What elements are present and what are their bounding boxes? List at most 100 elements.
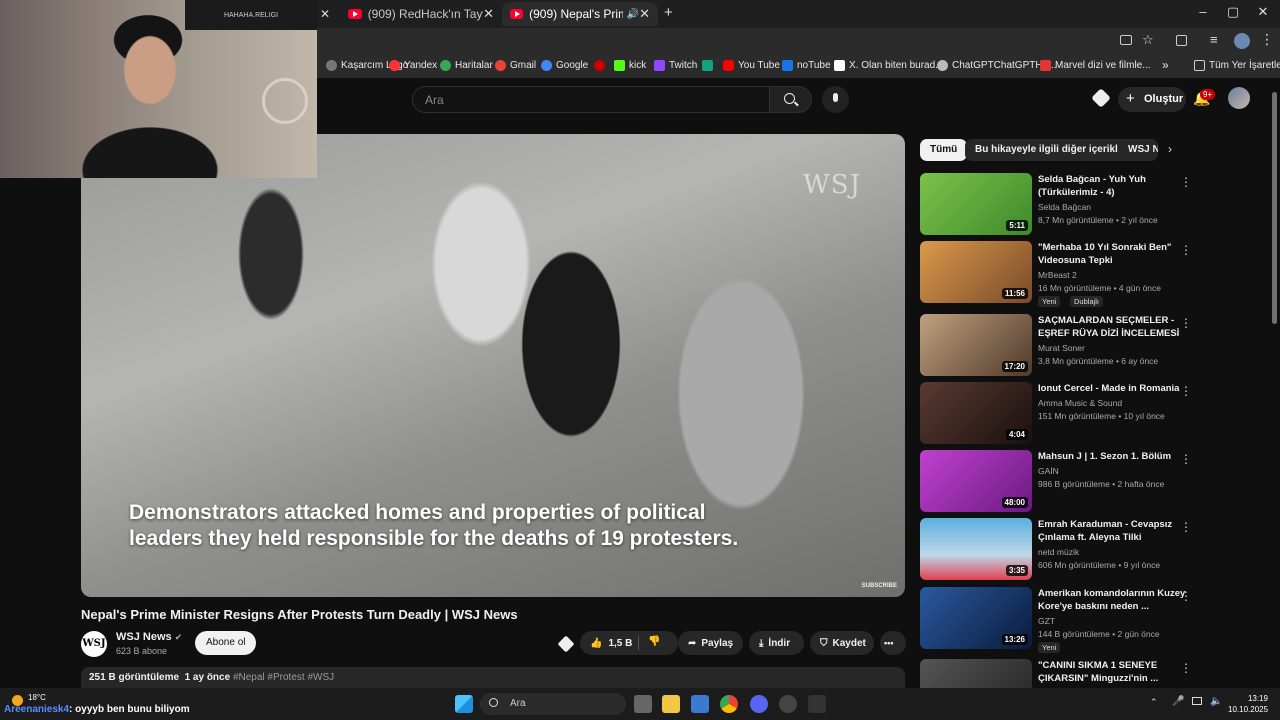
recommendation-title[interactable]: "Merhaba 10 Yıl Sonraki Ben" Videosuna T… xyxy=(1038,241,1188,267)
reading-list-icon[interactable]: ≡ xyxy=(1210,32,1218,47)
more-options-icon[interactable]: ⋮ xyxy=(1180,175,1192,189)
video-thumbnail[interactable]: 48:00 xyxy=(920,450,1032,512)
app-icon[interactable] xyxy=(808,695,826,713)
recommendation-title[interactable]: Amerikan komandolarının Kuzey Kore'ye ba… xyxy=(1038,587,1188,613)
chevron-right-icon[interactable]: › xyxy=(1168,142,1172,156)
maximize-button[interactable]: ▢ xyxy=(1218,4,1248,20)
system-clock[interactable]: 13:19 10.10.2025 xyxy=(1228,693,1268,715)
recommendation-channel[interactable]: Amma Music & Sound xyxy=(1038,398,1122,408)
recommendation-channel[interactable]: netd müzik xyxy=(1038,547,1079,557)
more-options-icon[interactable]: ⋮ xyxy=(1180,384,1192,398)
tab-redhack[interactable]: (909) RedHack'ın Tayyip İçin Ya... ✕ xyxy=(340,2,502,26)
recommendation-title[interactable]: Selda Bağcan - Yuh Yuh (Türkülerimiz - 4… xyxy=(1038,173,1188,199)
discord-icon[interactable] xyxy=(750,695,768,713)
chrome-icon[interactable] xyxy=(720,695,738,713)
share-button[interactable]: ➦ Paylaş xyxy=(678,631,743,655)
close-tab-icon[interactable]: ✕ xyxy=(320,7,330,21)
tab-nepal[interactable]: (909) Nepal's Prime Ministe... 🔊 ✕ xyxy=(502,2,658,26)
store-icon[interactable] xyxy=(691,695,709,713)
scrollbar-thumb[interactable] xyxy=(1272,92,1277,324)
bookmark-item[interactable] xyxy=(702,60,717,71)
extensions-icon[interactable] xyxy=(1176,35,1187,46)
video-thumbnail[interactable]: 3:35 xyxy=(920,518,1032,580)
hashtags[interactable]: #Nepal #Protest #WSJ xyxy=(233,672,334,683)
save-button[interactable]: ⛉ Kaydet xyxy=(810,631,874,655)
recommendation-channel[interactable]: MrBeast 2 xyxy=(1038,270,1077,280)
task-view-icon[interactable] xyxy=(634,695,652,713)
description-box[interactable]: 251 B görüntüleme 1 ay önce #Nepal #Prot… xyxy=(81,667,905,689)
bookmark-item[interactable]: noTube xyxy=(782,60,831,71)
like-count[interactable]: 1,5 B xyxy=(608,638,632,649)
bookmark-item[interactable]: Google xyxy=(541,60,588,71)
new-tab-button[interactable]: + xyxy=(664,4,673,21)
close-window-button[interactable]: ✕ xyxy=(1248,4,1278,20)
bookmark-item[interactable]: You Tube xyxy=(723,60,780,71)
recommendation-item[interactable]: 5:11 Selda Bağcan - Yuh Yuh (Türkülerimi… xyxy=(920,173,1260,235)
more-options-icon[interactable]: ⋮ xyxy=(1180,520,1192,534)
bookmark-item[interactable]: X. Olan biten burad... xyxy=(834,60,944,71)
video-thumbnail[interactable]: 5:11 xyxy=(920,173,1032,235)
create-button[interactable]: + Oluştur xyxy=(1118,87,1186,112)
network-icon[interactable] xyxy=(1192,697,1202,705)
recommendation-title[interactable]: Ionut Cercel - Made in Romania xyxy=(1038,382,1188,395)
bookmark-item[interactable]: Twitch xyxy=(654,60,697,71)
profile-avatar[interactable] xyxy=(1234,33,1250,49)
speaker-icon[interactable]: 🔊 xyxy=(627,9,639,20)
video-thumbnail[interactable]: 17:20 xyxy=(920,314,1032,376)
app-icon[interactable] xyxy=(779,695,797,713)
recommendation-item[interactable]: 17:20 SAÇMALARDAN SEÇMELER - EŞREF RÜYA … xyxy=(920,314,1260,376)
chevron-up-icon[interactable]: ⌃ xyxy=(1150,697,1158,708)
recommendation-title[interactable]: Mahsun J | 1. Sezon 1. Bölüm xyxy=(1038,450,1188,463)
cast-icon[interactable] xyxy=(1120,35,1132,45)
chip-related[interactable]: Bu hikayeyle ilgili diğer içerikler xyxy=(965,139,1138,161)
video-thumbnail[interactable]: 13:26 xyxy=(920,587,1032,649)
recommendation-item[interactable]: 3:35 Emrah Karaduman - Cevapsız Çınlama … xyxy=(920,518,1260,580)
volume-icon[interactable]: 🔈 xyxy=(1210,696,1222,707)
bookmark-item[interactable] xyxy=(594,60,609,71)
weather-widget[interactable]: 18°C xyxy=(12,693,46,706)
download-button[interactable]: ⤓ İndir xyxy=(749,631,804,655)
bookmark-item[interactable]: ChatGPTChatGPTHtt... xyxy=(937,60,1056,71)
recommendation-channel[interactable]: Murat Soner xyxy=(1038,343,1085,353)
recommendation-item[interactable]: "CANINI SIKMA 1 SENEYE ÇIKARSIN" Minguzz… xyxy=(920,659,1260,688)
close-tab-icon[interactable]: ✕ xyxy=(639,6,650,22)
more-options-icon[interactable]: ⋮ xyxy=(1180,452,1192,466)
subscribe-button[interactable]: Abone ol xyxy=(195,631,257,655)
bookmark-item[interactable]: Gmail xyxy=(495,60,536,71)
mic-icon[interactable]: 🎤 xyxy=(1172,696,1184,707)
premium-gem-icon[interactable] xyxy=(557,635,575,653)
recommendation-title[interactable]: SAÇMALARDAN SEÇMELER - EŞREF RÜYA DİZİ İ… xyxy=(1038,314,1188,340)
recommendation-item[interactable]: 11:56 "Merhaba 10 Yıl Sonraki Ben" Video… xyxy=(920,241,1260,307)
recommendation-item[interactable]: 48:00 Mahsun J | 1. Sezon 1. Bölüm GAİN … xyxy=(920,450,1260,512)
more-actions-button[interactable]: ••• xyxy=(880,631,906,655)
more-options-icon[interactable]: ⋮ xyxy=(1180,589,1192,603)
search-input[interactable]: Ara xyxy=(412,86,770,113)
more-options-icon[interactable]: ⋮ xyxy=(1180,243,1192,257)
more-options-icon[interactable]: ⋮ xyxy=(1180,661,1192,675)
minimize-button[interactable]: – xyxy=(1188,4,1218,19)
search-button[interactable] xyxy=(770,86,812,113)
bookmark-item[interactable]: Marvel dizi ve filmle... xyxy=(1040,60,1151,71)
recommendation-channel[interactable]: GAİN xyxy=(1038,466,1059,476)
video-thumbnail[interactable]: 11:56 xyxy=(920,241,1032,303)
channel-avatar[interactable]: WSJ xyxy=(81,631,107,657)
recommendation-channel[interactable]: GZT xyxy=(1038,616,1055,626)
taskbar-search[interactable]: Ara xyxy=(480,693,626,715)
video-thumbnail[interactable] xyxy=(920,659,1032,688)
voice-search-button[interactable] xyxy=(822,86,849,113)
thumbs-up-icon[interactable]: 👍 xyxy=(590,638,602,649)
all-bookmarks-button[interactable]: Tüm Yer İşaretleri xyxy=(1194,60,1280,71)
video-player[interactable]: WSJ Demonstrators attacked homes and pro… xyxy=(81,134,905,597)
close-tab-icon[interactable]: ✕ xyxy=(483,6,494,22)
file-explorer-icon[interactable] xyxy=(662,695,680,713)
bookmark-item[interactable]: kick xyxy=(614,60,646,71)
recommendation-item[interactable]: 4:04 Ionut Cercel - Made in Romania Amma… xyxy=(920,382,1260,444)
recommendation-channel[interactable]: Selda Bağcan xyxy=(1038,202,1091,212)
recommendation-title[interactable]: "CANINI SIKMA 1 SENEYE ÇIKARSIN" Minguzz… xyxy=(1038,659,1188,685)
chip-all[interactable]: Tümü xyxy=(920,139,968,161)
recommendation-item[interactable]: 13:26 Amerikan komandolarının Kuzey Kore… xyxy=(920,587,1260,653)
bookmark-item[interactable]: Haritalar xyxy=(440,60,493,71)
video-thumbnail[interactable]: 4:04 xyxy=(920,382,1032,444)
channel-name[interactable]: WSJ News ✔ xyxy=(116,631,182,643)
browser-menu-icon[interactable]: ⋮ xyxy=(1260,31,1274,48)
